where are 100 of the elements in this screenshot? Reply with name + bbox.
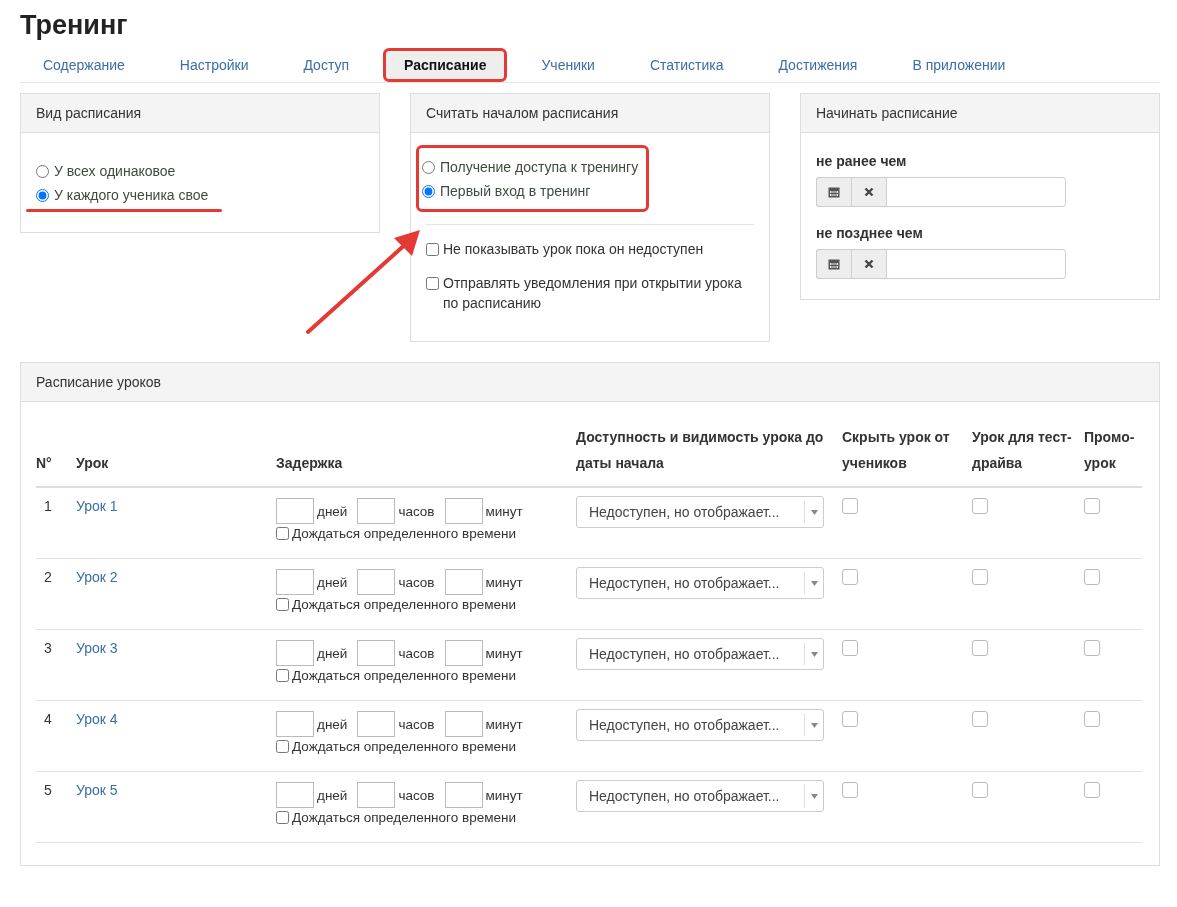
lesson-link[interactable]: Урок 3 xyxy=(76,640,118,656)
input-field[interactable] xyxy=(444,569,483,595)
checkbox-label: Не показывать урок пока он недоступен xyxy=(443,240,704,259)
unit-label: часов xyxy=(398,716,435,732)
dropdown[interactable]: Недоступен, но отображает... xyxy=(576,780,824,812)
unit-label: минут xyxy=(485,645,523,661)
checkbox[interactable] xyxy=(1084,640,1100,656)
column-header: Урок для тест-драйва xyxy=(972,428,1073,473)
input-field[interactable] xyxy=(276,498,314,524)
input-field[interactable] xyxy=(276,711,314,737)
dropdown[interactable]: Недоступен, но отображает... xyxy=(576,638,824,670)
checkbox[interactable] xyxy=(842,498,858,514)
clear-icon[interactable] xyxy=(851,249,886,279)
option-label: Получение доступа к тренингу xyxy=(440,158,639,177)
column-header: Скрыть урок от учеников xyxy=(842,428,951,473)
panel-header: Расписание уроков xyxy=(21,363,1159,402)
checkbox[interactable] xyxy=(1084,711,1100,727)
unit-label: дней xyxy=(317,787,348,803)
tab[interactable]: В приложении xyxy=(891,48,1027,82)
checkbox[interactable] xyxy=(842,711,858,727)
date-input[interactable] xyxy=(886,177,1066,207)
lesson-link[interactable]: Урок 4 xyxy=(76,711,118,727)
radio-button[interactable] xyxy=(422,184,435,198)
row-number: 4 xyxy=(43,711,52,727)
option-label: У всех одинаковое xyxy=(54,162,176,181)
checkbox[interactable] xyxy=(426,243,439,256)
input-field[interactable] xyxy=(357,569,396,595)
checkbox[interactable] xyxy=(1084,569,1100,585)
radio-button[interactable] xyxy=(36,164,49,178)
unit-label: часов xyxy=(398,787,435,803)
tab[interactable]: Содержание xyxy=(22,48,146,82)
dropdown[interactable]: Недоступен, но отображает... xyxy=(576,496,824,528)
field-label: не ранее чем xyxy=(816,153,908,169)
panel-header: Считать началом расписания xyxy=(411,94,769,133)
tab[interactable]: Статистика xyxy=(628,48,745,82)
option-label: Первый вход в тренинг xyxy=(440,182,591,201)
checkbox[interactable] xyxy=(972,498,988,514)
date-input[interactable] xyxy=(886,249,1066,279)
radio-button[interactable] xyxy=(36,188,49,202)
row-number: 5 xyxy=(43,782,52,798)
checkbox-label: Дождаться определенного времени xyxy=(292,526,516,541)
lesson-link[interactable]: Урок 2 xyxy=(76,569,118,585)
checkbox[interactable] xyxy=(1084,782,1100,798)
checkbox[interactable] xyxy=(276,740,289,753)
checkbox[interactable] xyxy=(972,711,988,727)
checkbox[interactable] xyxy=(972,569,988,585)
tab[interactable]: Доступ xyxy=(282,48,371,82)
radio-button[interactable] xyxy=(422,160,435,174)
panel-header: Начинать расписание xyxy=(801,94,1159,133)
checkbox[interactable] xyxy=(972,782,988,798)
input-field[interactable] xyxy=(444,498,483,524)
tab[interactable]: Расписание xyxy=(383,48,508,82)
unit-label: дней xyxy=(317,645,348,661)
checkbox[interactable] xyxy=(842,569,858,585)
column-header: Урок xyxy=(76,454,110,473)
page-title: Тренинг xyxy=(20,9,129,42)
tab[interactable]: Настройки xyxy=(158,48,270,82)
tab[interactable]: Ученики xyxy=(520,48,616,82)
lesson-link[interactable]: Урок 1 xyxy=(76,498,118,514)
checkbox[interactable] xyxy=(276,669,289,682)
input-field[interactable] xyxy=(357,498,396,524)
calendar-icon[interactable] xyxy=(816,249,851,279)
unit-label: минут xyxy=(485,574,523,590)
input-field[interactable] xyxy=(357,782,396,808)
checkbox-label: Отправлять уведомления при открытии урока по расписанию xyxy=(443,274,743,313)
dropdown[interactable]: Недоступен, но отображает... xyxy=(576,709,824,741)
input-field[interactable] xyxy=(444,640,483,666)
column-header: N° xyxy=(36,454,53,473)
unit-label: часов xyxy=(398,574,435,590)
checkbox[interactable] xyxy=(276,811,289,824)
input-field[interactable] xyxy=(276,569,314,595)
row-number: 3 xyxy=(43,640,52,656)
caret-icon xyxy=(810,509,818,515)
input-field[interactable] xyxy=(357,711,396,737)
checkbox-label: Дождаться определенного времени xyxy=(292,810,516,825)
checkbox[interactable] xyxy=(842,782,858,798)
caret-icon xyxy=(810,722,818,728)
checkbox[interactable] xyxy=(842,640,858,656)
checkbox[interactable] xyxy=(426,277,439,290)
unit-label: дней xyxy=(317,574,348,590)
unit-label: минут xyxy=(485,503,523,519)
checkbox-label: Дождаться определенного времени xyxy=(292,668,516,683)
input-field[interactable] xyxy=(444,711,483,737)
tab[interactable]: Достижения xyxy=(757,48,879,82)
calendar-icon[interactable] xyxy=(816,177,851,207)
clear-icon[interactable] xyxy=(851,177,886,207)
column-header: Доступность и видимость урока до даты начала xyxy=(576,428,825,473)
input-field[interactable] xyxy=(276,640,314,666)
input-field[interactable] xyxy=(444,782,483,808)
input-field[interactable] xyxy=(357,640,396,666)
lesson-link[interactable]: Урок 5 xyxy=(76,782,118,798)
input-field[interactable] xyxy=(276,782,314,808)
checkbox[interactable] xyxy=(972,640,988,656)
caret-icon xyxy=(810,580,818,586)
dropdown[interactable]: Недоступен, но отображает... xyxy=(576,567,824,599)
caret-icon xyxy=(810,793,818,799)
row-number: 1 xyxy=(43,498,52,514)
checkbox[interactable] xyxy=(276,598,289,611)
checkbox[interactable] xyxy=(1084,498,1100,514)
checkbox[interactable] xyxy=(276,527,289,540)
